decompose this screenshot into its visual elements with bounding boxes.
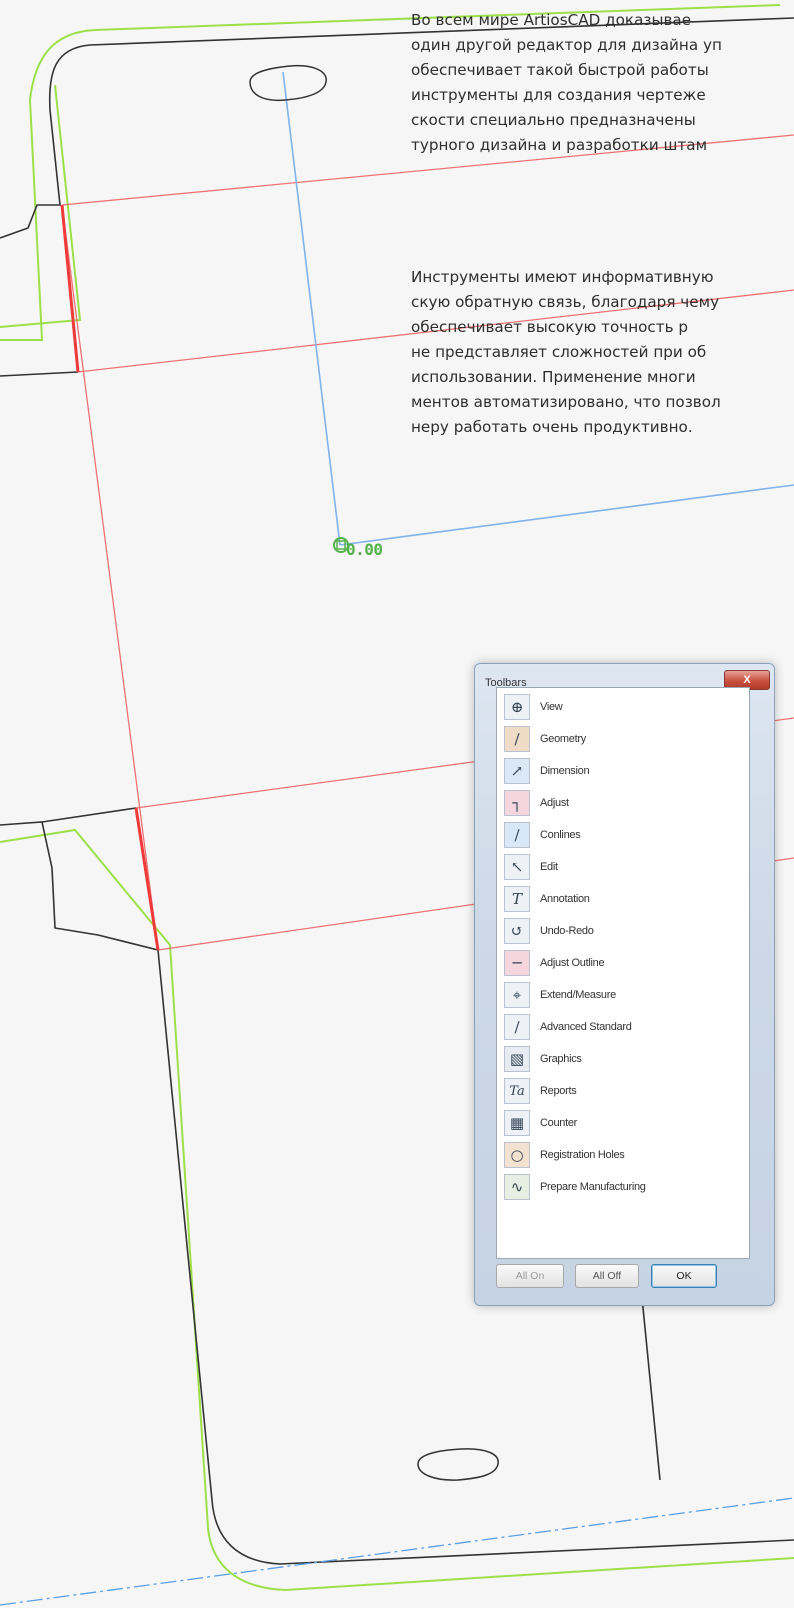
toolbar-item-advanced-standard[interactable]: ∕ Advanced Standard bbox=[504, 1012, 744, 1042]
toolbar-item-label: Extend/Measure bbox=[540, 989, 616, 1001]
toolbar-item-registration-holes[interactable]: ○ Registration Holes bbox=[504, 1140, 744, 1170]
toolbar-item-label: Advanced Standard bbox=[540, 1021, 632, 1033]
ok-button[interactable]: OK bbox=[651, 1264, 717, 1288]
toolbar-item-label: Counter bbox=[540, 1117, 578, 1129]
text-line: скости специально предназначены bbox=[411, 111, 696, 129]
toolbar-item-label: Reports bbox=[540, 1085, 577, 1097]
toolbar-item-label: Geometry bbox=[540, 733, 586, 745]
tools-paragraph: Инструменты имеют информативную скую обр… bbox=[411, 265, 794, 440]
toolbar-item-view[interactable]: ⊕ View bbox=[504, 692, 744, 722]
toolbar-item-label: Prepare Manufacturing bbox=[540, 1181, 646, 1193]
registration-hole-icon: ○ bbox=[504, 1142, 530, 1168]
intro-paragraph: Во всем мире ArtiosCAD доказывае один др… bbox=[411, 8, 794, 158]
text-line: турного дизайна и разработки штам bbox=[411, 136, 708, 154]
toolbar-item-conlines[interactable]: ∕ Conlines bbox=[504, 820, 744, 850]
text-line: ментов автоматизировано, что позвол bbox=[411, 393, 721, 411]
dimension-arrow-icon: ↗ bbox=[504, 758, 530, 784]
toolbar-item-counter[interactable]: ▦ Counter bbox=[504, 1108, 744, 1138]
toolbar-item-adjust[interactable]: ┐ Adjust bbox=[504, 788, 744, 818]
toolbar-item-label: Dimension bbox=[540, 765, 590, 777]
undo-arrow-icon: ↺ bbox=[504, 918, 530, 944]
toolbar-item-label: Conlines bbox=[540, 829, 581, 841]
toolbar-item-edit[interactable]: ↖ Edit bbox=[504, 852, 744, 882]
text-line: обеспечивает такой быстрой работы bbox=[411, 61, 709, 79]
conline-icon: ∕ bbox=[504, 822, 530, 848]
toolbar-item-prepare-manufacturing[interactable]: ∿ Prepare Manufacturing bbox=[504, 1172, 744, 1202]
adjust-outline-icon: ─ bbox=[504, 950, 530, 976]
pointer-arrow-icon: ↖ bbox=[504, 854, 530, 880]
text-line: скую обратную связь, благодаря чему bbox=[411, 293, 720, 311]
extend-measure-icon: ⌖ bbox=[504, 982, 530, 1008]
toolbar-list[interactable]: ⊕ View ∕ Geometry ↗ Dimension ┐ Adjust ∕… bbox=[496, 687, 750, 1259]
toolbars-dialog: Toolbars X ⊕ View ∕ Geometry ↗ Dimension… bbox=[474, 663, 775, 1306]
top-thumb-hole bbox=[249, 64, 327, 102]
reports-ta-icon: Ta bbox=[504, 1078, 530, 1104]
toolbar-item-adjust-outline[interactable]: ─ Adjust Outline bbox=[504, 948, 744, 978]
graphics-icon: ▧ bbox=[504, 1046, 530, 1072]
toolbar-item-label: Adjust Outline bbox=[540, 957, 605, 969]
toolbar-item-label: Graphics bbox=[540, 1053, 582, 1065]
bottom-thumb-hole bbox=[417, 1448, 499, 1481]
prepare-manufacturing-icon: ∿ bbox=[504, 1174, 530, 1200]
toolbar-item-dimension[interactable]: ↗ Dimension bbox=[504, 756, 744, 786]
toolbar-item-undo-redo[interactable]: ↺ Undo-Redo bbox=[504, 916, 744, 946]
centerline-dashed bbox=[0, 1497, 794, 1606]
text-line: Инструменты имеют информативную bbox=[411, 268, 714, 286]
diagonal-line-icon: ∕ bbox=[504, 1014, 530, 1040]
text-line: один другой редактор для дизайна уп bbox=[411, 36, 722, 54]
toolbar-item-geometry[interactable]: ∕ Geometry bbox=[504, 724, 744, 754]
toolbar-item-extend-measure[interactable]: ⌖ Extend/Measure bbox=[504, 980, 744, 1010]
adjust-corner-icon: ┐ bbox=[504, 790, 530, 816]
magnifier-icon: ⊕ bbox=[504, 694, 530, 720]
dimension-value-label: 0.00 bbox=[346, 540, 383, 559]
toolbar-item-label: View bbox=[540, 701, 563, 713]
toolbar-item-label: Edit bbox=[540, 861, 558, 873]
all-on-button[interactable]: All On bbox=[496, 1264, 564, 1288]
counter-icon: ▦ bbox=[504, 1110, 530, 1136]
text-line: инструменты для создания чертеже bbox=[411, 86, 706, 104]
toolbar-item-annotation[interactable]: T Annotation bbox=[504, 884, 744, 914]
toolbar-item-label: Registration Holes bbox=[540, 1149, 625, 1161]
geometry-line-icon: ∕ bbox=[504, 726, 530, 752]
text-line: использовании. Применение многи bbox=[411, 368, 696, 386]
toolbar-item-graphics[interactable]: ▧ Graphics bbox=[504, 1044, 744, 1074]
toolbar-item-label: Undo-Redo bbox=[540, 925, 594, 937]
all-off-button[interactable]: All Off bbox=[575, 1264, 639, 1288]
text-line: не представляет сложностей при об bbox=[411, 343, 707, 361]
toolbar-item-label: Annotation bbox=[540, 893, 590, 905]
text-line: Во всем мире ArtiosCAD доказывае bbox=[411, 11, 692, 29]
toolbar-item-label: Adjust bbox=[540, 797, 569, 809]
text-t-icon: T bbox=[504, 886, 530, 912]
text-line: обеспечивает высокую точность р bbox=[411, 318, 689, 336]
text-line: неру работать очень продуктивно. bbox=[411, 418, 693, 436]
toolbar-item-reports[interactable]: Ta Reports bbox=[504, 1076, 744, 1106]
